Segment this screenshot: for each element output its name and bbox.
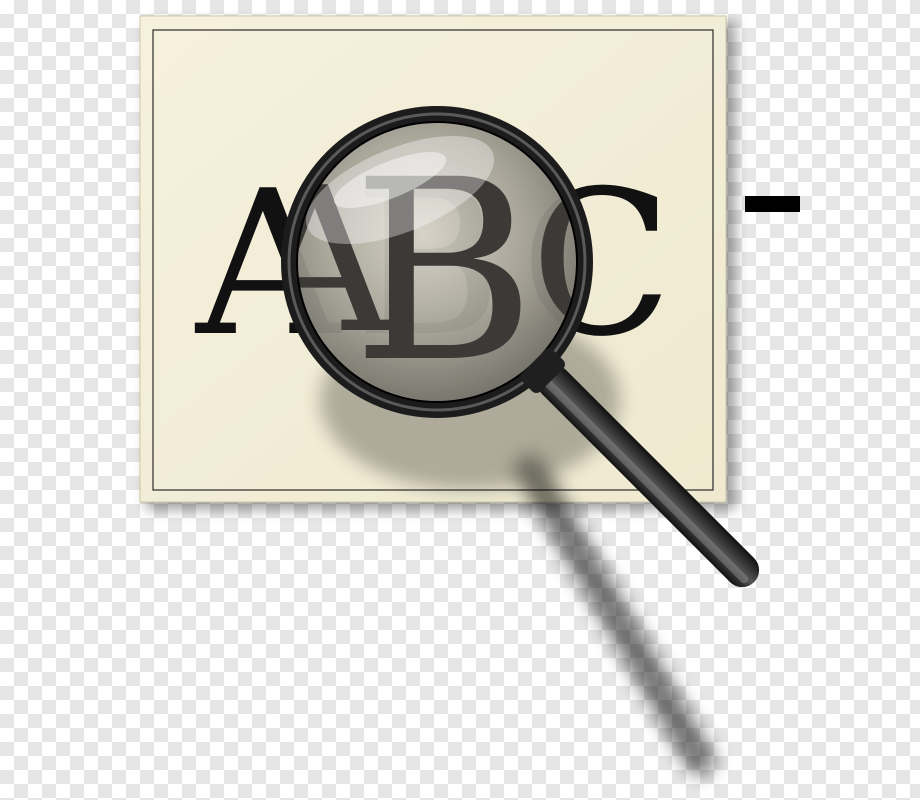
magnifier-illustration: A B C B A C	[139, 15, 800, 775]
dash-mark	[745, 196, 800, 212]
